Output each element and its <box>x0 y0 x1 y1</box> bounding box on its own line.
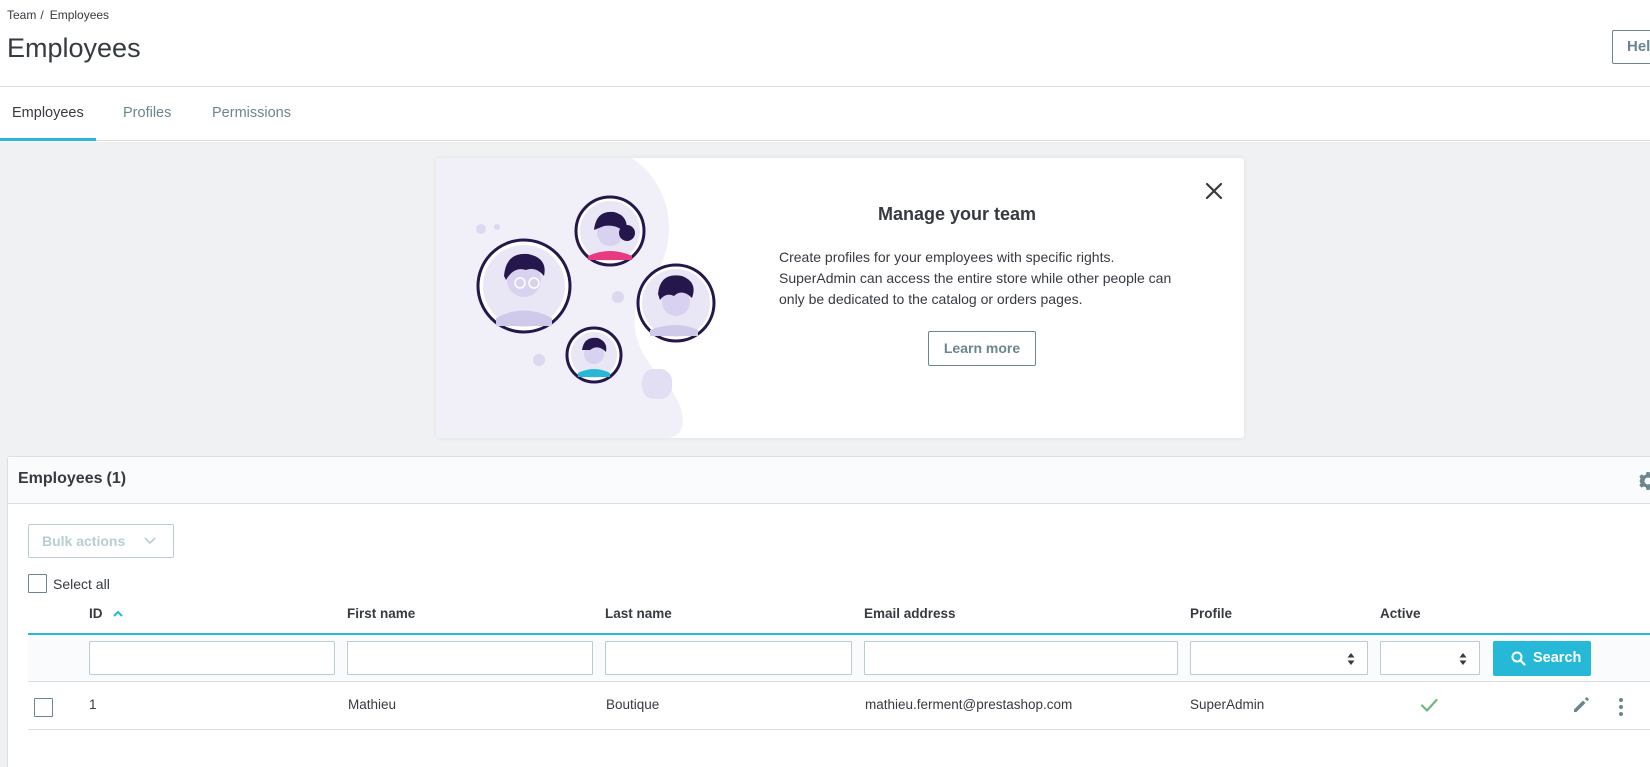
filter-id-input[interactable] <box>89 641 335 675</box>
select-all-checkbox[interactable] <box>28 574 47 593</box>
cell-id: 1 <box>89 697 97 712</box>
search-button-label: Search <box>1533 650 1582 666</box>
tab-employees[interactable]: Employees <box>0 87 96 141</box>
search-icon <box>1511 651 1526 666</box>
gear-icon[interactable] <box>1638 471 1650 491</box>
sort-asc-icon[interactable] <box>112 609 124 619</box>
breadcrumb: Team / Employees <box>7 8 109 22</box>
chevron-down-icon <box>144 537 156 545</box>
cell-profile: SuperAdmin <box>1190 697 1265 712</box>
column-header-email[interactable]: Email address <box>864 606 956 621</box>
team-illustration <box>436 158 716 438</box>
bulk-actions-label: Bulk actions <box>42 533 126 549</box>
page-header: Team / Employees Employees Help <box>0 0 1650 87</box>
tab-bar: Employees Profiles Permissions <box>0 87 1650 141</box>
tab-profiles[interactable]: Profiles <box>111 87 183 141</box>
filter-active-select[interactable] <box>1380 641 1480 675</box>
column-header-last-name[interactable]: Last name <box>605 606 672 621</box>
help-button[interactable]: Help <box>1612 30 1650 64</box>
edit-icon[interactable] <box>1572 696 1590 714</box>
select-all: Select all <box>28 574 110 593</box>
cell-last-name: Boutique <box>606 697 660 712</box>
cell-email: mathieu.ferment@prestashop.com <box>865 697 1073 712</box>
search-button[interactable]: Search <box>1493 641 1591 676</box>
select-all-label[interactable]: Select all <box>53 576 110 592</box>
filter-profile-select[interactable] <box>1190 641 1368 675</box>
card-header: Employees (1) <box>8 457 1650 504</box>
filter-last-name-input[interactable] <box>605 641 852 675</box>
filter-email-input[interactable] <box>864 641 1178 675</box>
column-header-id[interactable]: ID <box>89 606 124 621</box>
employee-count: (1) <box>106 470 127 487</box>
banner-text: Create profiles for your employees with … <box>779 249 1172 307</box>
table-row <box>28 683 1650 730</box>
card-title: Employees (1) <box>18 470 126 488</box>
team-banner: Manage your team Create profiles for you… <box>436 158 1244 438</box>
select-arrows-icon <box>1347 653 1355 665</box>
banner-title: Manage your team <box>877 204 1037 224</box>
card-title-text: Employees <box>18 470 103 487</box>
column-label-id: ID <box>89 606 103 621</box>
more-vert-icon[interactable] <box>1612 696 1630 718</box>
row-checkbox[interactable] <box>34 698 53 717</box>
column-header-profile[interactable]: Profile <box>1190 606 1232 621</box>
bulk-actions-button[interactable]: Bulk actions <box>28 524 174 558</box>
select-arrows-icon <box>1459 653 1467 665</box>
breadcrumb-separator: / <box>40 8 44 22</box>
tab-permissions[interactable]: Permissions <box>200 87 303 141</box>
filter-first-name-input[interactable] <box>347 641 593 675</box>
check-icon[interactable] <box>1419 695 1439 715</box>
column-header-first-name[interactable]: First name <box>347 606 415 621</box>
page-title: Employees <box>7 33 141 63</box>
breadcrumb-employees: Employees <box>49 8 110 22</box>
close-icon[interactable] <box>1201 178 1227 204</box>
cell-first-name: Mathieu <box>348 697 397 712</box>
breadcrumb-team[interactable]: Team <box>7 8 36 22</box>
learn-more-button[interactable]: Learn more <box>928 331 1036 366</box>
column-header-active[interactable]: Active <box>1380 606 1421 621</box>
